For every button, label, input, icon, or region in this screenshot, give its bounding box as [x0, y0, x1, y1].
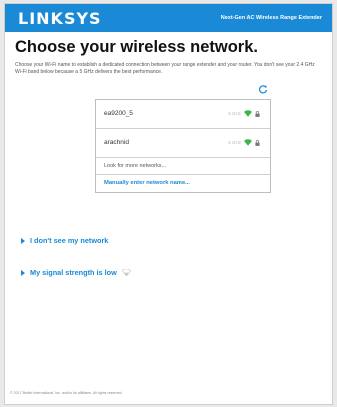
copyright-footer: © 2017 Belkin International, Inc. and/or… [10, 391, 123, 395]
refresh-icon[interactable] [258, 84, 268, 97]
page-title: Choose your wireless network. [15, 38, 258, 56]
caret-right-icon [21, 269, 25, 276]
look-for-more-label: Look for more networks... [104, 163, 167, 169]
network-meta: 5 GHz [228, 110, 260, 117]
dont-see-network-link[interactable]: I don't see my network [21, 236, 108, 245]
wifi-icon [244, 110, 252, 117]
network-name: ea9200_5 [104, 110, 133, 117]
manual-entry-label: Manually enter network name... [104, 180, 191, 186]
product-name: Next-Gen AC Wireless Range Extender [220, 15, 322, 21]
refresh-icon-graphic [258, 85, 268, 94]
signal-strength-low-link[interactable]: My signal strength is low [21, 268, 131, 277]
header-bar: LINKSYS Next-Gen AC Wireless Range Exten… [5, 4, 332, 32]
page-description: Choose your Wi-Fi name to establish a de… [15, 62, 315, 75]
dont-see-network-label: I don't see my network [30, 236, 109, 245]
lock-icon [255, 110, 260, 117]
wifi-icon [121, 269, 131, 276]
network-item[interactable]: ea9200_5 5 GHz [96, 100, 270, 129]
network-list: ea9200_5 5 GHz arachnid 5 GHz Look for m… [95, 99, 271, 193]
caret-right-icon [21, 237, 25, 244]
lock-icon [255, 139, 260, 146]
manually-enter-network-link[interactable]: Manually enter network name... [96, 175, 270, 192]
linksys-logo: LINKSYS [18, 9, 102, 28]
network-band: 5 GHz [228, 140, 241, 145]
look-for-more-networks[interactable]: Look for more networks... [96, 158, 270, 175]
network-band: 5 GHz [228, 111, 241, 116]
signal-strength-low-label: My signal strength is low [30, 268, 117, 277]
network-name: arachnid [104, 139, 129, 146]
network-meta: 5 GHz [228, 139, 260, 146]
network-item[interactable]: arachnid 5 GHz [96, 129, 270, 158]
wifi-icon [244, 139, 252, 146]
